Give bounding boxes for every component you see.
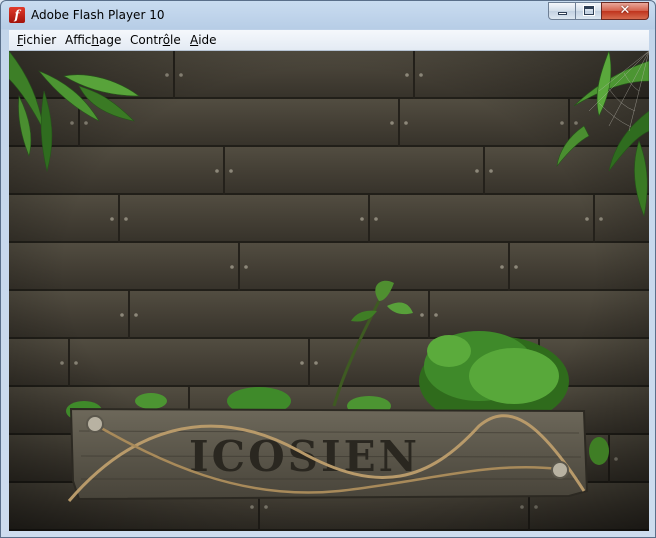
menu-aide[interactable]: Aide — [190, 33, 217, 47]
flash-app-icon[interactable]: f — [9, 7, 25, 23]
minimize-button[interactable] — [548, 2, 576, 20]
menu-affichage[interactable]: Affichage — [65, 33, 121, 47]
icosien-scene: ICOSIEN — [9, 51, 649, 531]
flash-stage[interactable]: ICOSIEN — [9, 51, 649, 531]
menu-bar: Fichier Affichage Contrôle Aide — [9, 30, 649, 51]
menu-fichier[interactable]: Fichier — [17, 33, 56, 47]
minimize-icon — [558, 12, 567, 15]
close-button[interactable]: ✕ — [601, 2, 649, 20]
close-icon: ✕ — [619, 3, 631, 18]
window-title: Adobe Flash Player 10 — [31, 8, 165, 22]
sign-bolt-right — [551, 461, 569, 479]
maximize-button[interactable] — [575, 2, 602, 20]
wooden-sign: ICOSIEN — [67, 407, 589, 502]
menu-controle[interactable]: Contrôle — [130, 33, 181, 47]
sign-title: ICOSIEN — [189, 432, 420, 481]
maximize-icon — [583, 5, 595, 16]
sign-bolt-left — [86, 415, 104, 433]
flash-player-window: f Adobe Flash Player 10 ✕ Fichier Affich… — [0, 0, 656, 538]
title-bar[interactable]: f Adobe Flash Player 10 ✕ — [1, 1, 655, 30]
